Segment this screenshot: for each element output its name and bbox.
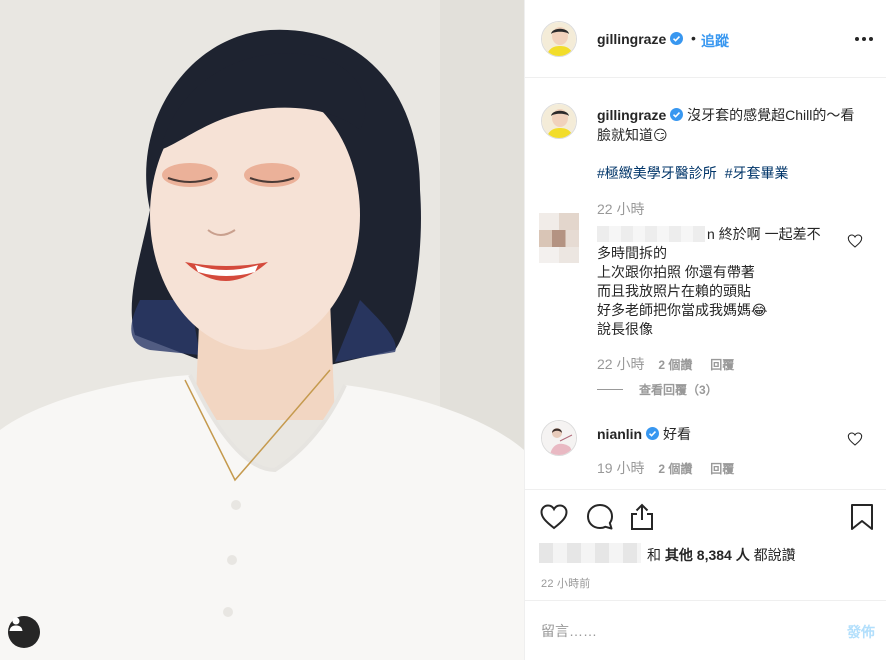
- post-header: gillingraze • 追蹤: [525, 0, 886, 78]
- comment-meta: 22 小時 2 個讚 回覆: [597, 354, 734, 374]
- post-comment-button[interactable]: 發佈: [847, 622, 875, 642]
- smirk-emoji-icon: 😏: [653, 127, 668, 143]
- comment-item: nianlin 好看: [597, 424, 691, 444]
- comment-like-heart-icon[interactable]: [847, 233, 863, 249]
- avatar-image: [542, 22, 576, 56]
- post-side-panel: gillingraze • 追蹤 gillingraze 沒牙套的感覺超Chil…: [524, 0, 886, 660]
- author-avatar[interactable]: [541, 21, 577, 57]
- instagram-post-modal: gillingraze • 追蹤 gillingraze 沒牙套的感覺超Chil…: [0, 0, 886, 660]
- user-icon: [9, 617, 23, 631]
- commenter-username-blurred[interactable]: [597, 226, 705, 242]
- commenter-avatar[interactable]: [541, 420, 577, 456]
- tagged-users-button[interactable]: [8, 616, 40, 648]
- caption-timestamp: 22 小時: [597, 201, 645, 217]
- comment-item: n 終於啊 一起差不 多時間拆的 上次跟你拍照 你還有帶著 而且我放照片在賴的頭…: [597, 225, 837, 339]
- comment-meta: 19 小時 2 個讚 回覆: [597, 458, 734, 478]
- author-username[interactable]: gillingraze: [597, 31, 684, 47]
- others-like-count-link[interactable]: 其他 8,384 人: [665, 547, 750, 563]
- hashtag-link[interactable]: #牙套畢業: [725, 165, 789, 181]
- caption-hashtags: #極緻美學牙醫診所 #牙套畢業: [597, 163, 792, 183]
- comment-text-line: 多時間拆的: [597, 245, 667, 261]
- post-actions: 和 其他 8,384 人 都說讚 22 小時前: [525, 489, 886, 599]
- likes-summary: 和 其他 8,384 人 都說讚: [539, 543, 796, 567]
- comment-text: 好看: [663, 426, 692, 442]
- share-upload-icon[interactable]: [627, 502, 657, 532]
- view-replies-button[interactable]: 查看回覆（3）: [597, 381, 718, 398]
- comment-timestamp: 22 小時: [597, 356, 645, 372]
- comment-likes-count[interactable]: 2 個讚: [658, 462, 692, 476]
- bookmark-save-icon[interactable]: [847, 502, 877, 532]
- comment-likes-count[interactable]: 2 個讚: [658, 358, 692, 372]
- caption-username[interactable]: gillingraze: [597, 107, 684, 123]
- more-options-icon[interactable]: [853, 28, 875, 50]
- hashtag-link[interactable]: #極緻美學牙醫診所: [597, 165, 717, 181]
- commenter-username-suffix: n: [707, 226, 715, 242]
- post-caption: gillingraze 沒牙套的感覺超Chill的～看臉就知道😏: [597, 105, 867, 145]
- comment-text-line: 好多老師把你當成我媽媽😂: [597, 302, 768, 318]
- comment-text-line: 終於啊 一起差不: [718, 226, 821, 242]
- post-timestamp: 22 小時前: [541, 578, 591, 590]
- comment-timestamp: 19 小時: [597, 460, 645, 476]
- comment-bubble-icon[interactable]: [585, 502, 615, 532]
- liker-avatars-blurred[interactable]: [539, 543, 641, 567]
- verified-badge-icon: [670, 108, 684, 121]
- divider-line: [597, 389, 623, 390]
- follow-button[interactable]: 追蹤: [701, 31, 729, 51]
- reply-button[interactable]: 回覆: [710, 462, 734, 476]
- comment-text-line: 而且我放照片在賴的頭貼: [597, 283, 751, 299]
- verified-badge-icon: [670, 32, 684, 45]
- comment-text-line: 上次跟你拍照 你還有帶著: [597, 264, 755, 280]
- comment-input[interactable]: [541, 621, 821, 641]
- avatar-image: [542, 421, 576, 455]
- view-replies-label: 查看回覆（3）: [639, 383, 718, 397]
- commenter-username[interactable]: nianlin: [597, 426, 660, 442]
- likes-summary-text: 和 其他 8,384 人 都說讚: [647, 547, 796, 563]
- commenter-avatar-blurred[interactable]: [539, 213, 579, 263]
- reply-button[interactable]: 回覆: [710, 358, 734, 372]
- post-photo[interactable]: [0, 0, 524, 660]
- verified-badge-icon: [646, 427, 660, 440]
- caption-author-avatar[interactable]: [541, 103, 577, 139]
- comment-like-heart-icon[interactable]: [847, 431, 863, 447]
- separator-dot: •: [691, 30, 696, 46]
- selfie-illustration: [0, 0, 524, 660]
- avatar-image: [542, 104, 576, 138]
- like-heart-icon[interactable]: [539, 502, 569, 532]
- add-comment-bar: 發佈: [525, 600, 886, 660]
- comment-text-line: 說長很像: [597, 321, 653, 337]
